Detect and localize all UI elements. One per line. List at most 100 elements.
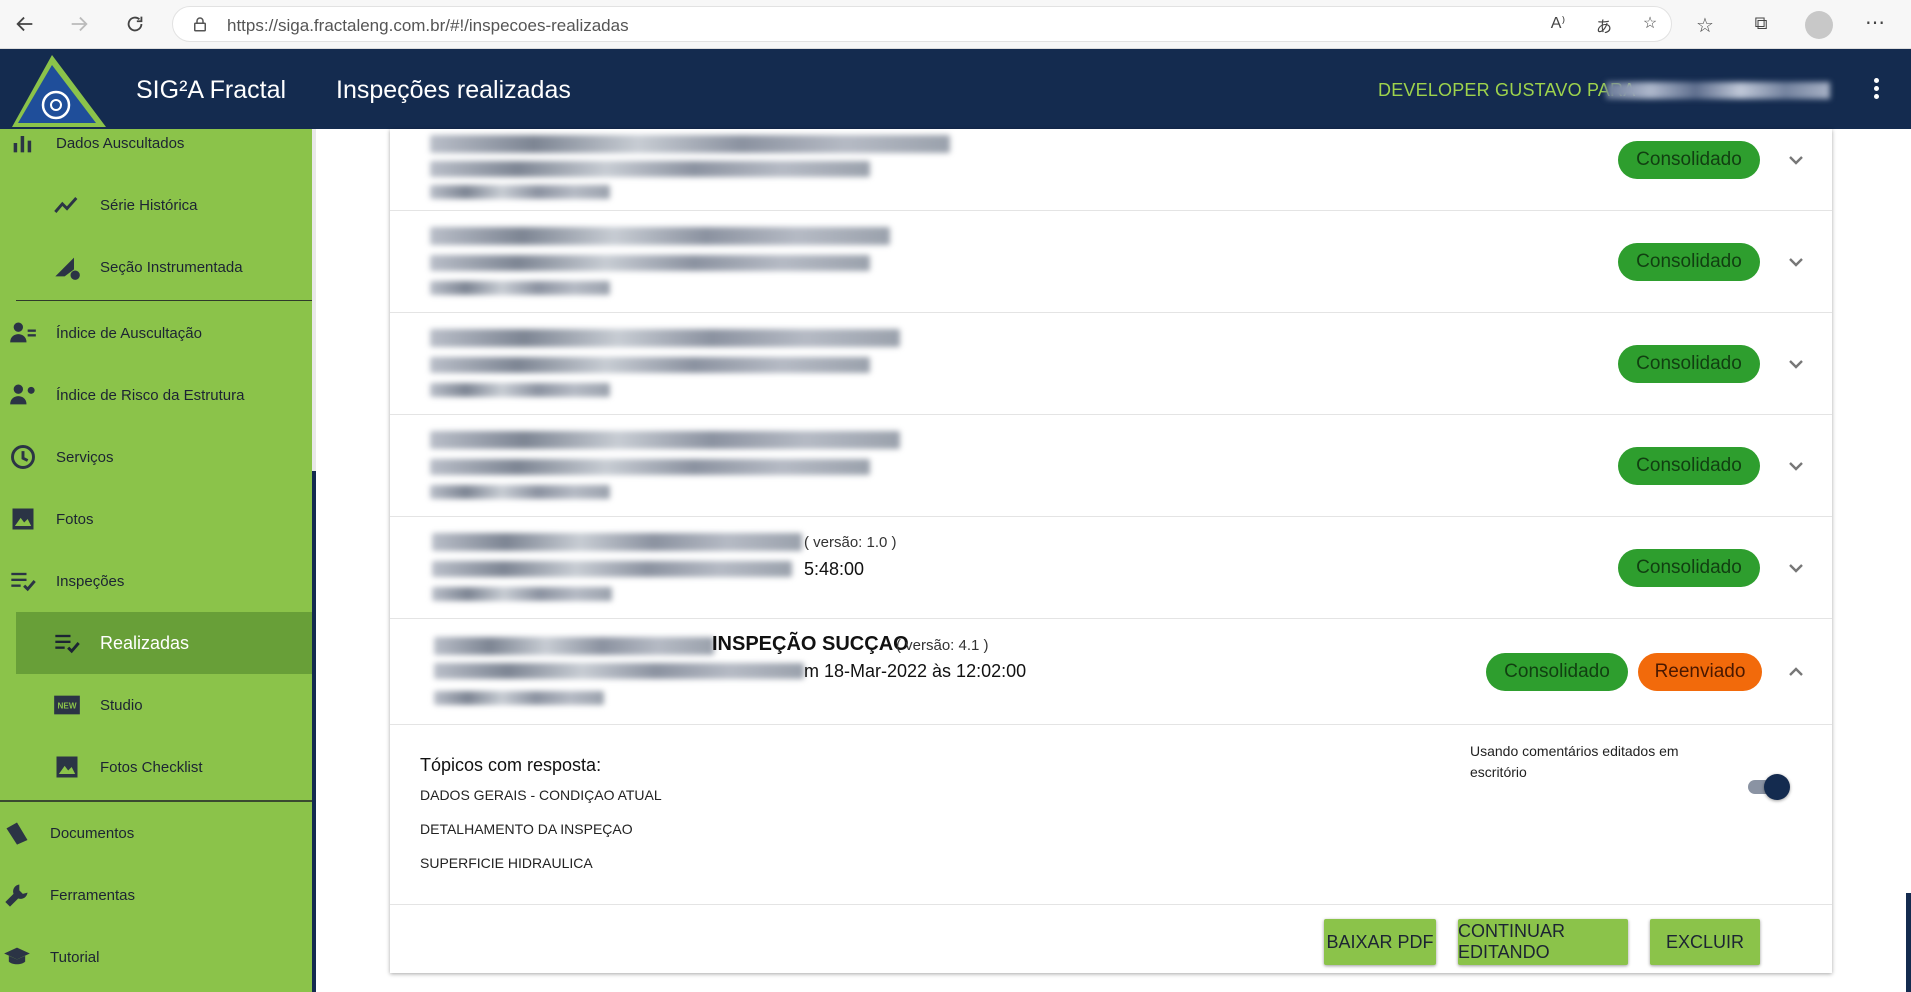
sidebar-item-studio[interactable]: NEW Studio (0, 674, 312, 736)
delete-button[interactable]: EXCLUIR (1650, 919, 1760, 965)
topic-item: DETALHAMENTO DA INSPEÇAO (420, 821, 633, 837)
status-chip-reenviado: Reenviado (1638, 653, 1762, 691)
inspection-date: m 18-Mar-2022 às 12:02:00 (804, 661, 1027, 681)
sidebar-item-label: Série Histórica (100, 196, 198, 214)
sidebar-item-servicos[interactable]: Serviços (0, 426, 312, 488)
sidebar-item-ferramentas[interactable]: Ferramentas (0, 864, 312, 926)
new-badge-icon: NEW (52, 690, 82, 720)
sidebar-item-label: Índice de Auscultação (56, 324, 202, 342)
profile-avatar[interactable] (1805, 11, 1833, 39)
inspection-row[interactable]: Consolidado (390, 109, 1832, 211)
sidebar-item-indice-risco[interactable]: Índice de Risco da Estrutura (0, 364, 312, 426)
toggle-knob[interactable] (1764, 774, 1790, 800)
reload-button[interactable] (118, 7, 152, 41)
scrollbar-thumb[interactable] (312, 471, 316, 992)
sidebar-item-secao-instrumentada[interactable]: Seção Instrumentada (0, 236, 312, 298)
inspection-version: ( versão: 4.1 ) (896, 637, 989, 654)
inspection-row[interactable]: Consolidado (390, 211, 1832, 313)
sidebar-item-label: Ferramentas (50, 886, 136, 904)
app-name: SIG²A Fractal (136, 76, 287, 104)
favorites-icon[interactable]: ☆ (1690, 13, 1720, 37)
sidebar-item-label: Seção Instrumentada (100, 258, 243, 276)
graduation-cap-icon (2, 942, 32, 972)
chevron-down-icon (1789, 156, 1803, 165)
inspection-row[interactable]: Consolidado (390, 415, 1832, 517)
chevron-down-icon (1789, 462, 1803, 471)
redacted-text (434, 691, 604, 705)
inspection-version: ( versão: 1.0 ) (804, 534, 897, 551)
sidebar-item-fotos-checklist[interactable]: Fotos Checklist (0, 736, 312, 798)
sidebar-item-serie-historica[interactable]: Série Histórica (0, 174, 312, 236)
download-pdf-button[interactable]: BAIXAR PDF (1324, 919, 1436, 965)
favorite-add-icon[interactable]: ☆ (1635, 13, 1665, 35)
status-chip-consolidado: Consolidado (1618, 345, 1760, 383)
status-chip-consolidado: Consolidado (1618, 549, 1760, 587)
redacted-text (430, 383, 610, 397)
status-chip-consolidado: Consolidado (1618, 243, 1760, 281)
topic-item: DADOS GERAIS - CONDIÇAO ATUAL (420, 787, 662, 803)
sidebar-item-label: Tutorial (50, 948, 100, 966)
sidebar-item-tutorial[interactable]: Tutorial (0, 926, 312, 988)
inspection-actions: BAIXAR PDF CONTINUAR EDITANDO EXCLUIR (390, 905, 1832, 973)
expand-button[interactable] (1784, 148, 1808, 172)
redacted-text (430, 227, 890, 245)
dot (1873, 94, 1879, 99)
main-content: Consolidado Consolidado Consolidado Cons… (390, 129, 1832, 973)
collapse-button[interactable] (1784, 660, 1808, 684)
expand-button[interactable] (1784, 454, 1808, 478)
status-chip-consolidado: Consolidado (1618, 447, 1760, 485)
sidebar-item-fotos[interactable]: Fotos (0, 488, 312, 550)
topic-item: SUPERFICIE HIDRAULICA (420, 855, 593, 871)
expand-button[interactable] (1784, 352, 1808, 376)
translate-icon[interactable]: あ (1589, 13, 1619, 36)
sidebar-item-label: Documentos (50, 824, 135, 842)
chevron-up-icon (1789, 667, 1803, 676)
address-bar[interactable]: https://siga.fractaleng.com.br/#!/inspec… (172, 6, 1672, 42)
expand-button[interactable] (1784, 250, 1808, 274)
back-button[interactable] (8, 7, 42, 41)
ruler-gear-icon (52, 252, 82, 282)
sidebar-item-realizadas[interactable]: Realizadas (16, 612, 312, 674)
url-text[interactable]: https://siga.fractaleng.com.br/#!/inspec… (227, 16, 629, 36)
inspection-row-expanded[interactable]: INSPEÇÃO SUCÇAO ( versão: 4.1 ) m 18-Mar… (390, 619, 1832, 725)
redacted-text (430, 185, 610, 199)
sidebar-item-documentos[interactable]: Documentos (0, 802, 312, 864)
redacted-text (432, 587, 612, 601)
wrench-icon (2, 880, 32, 910)
sidebar-item-dados-auscultados[interactable]: Dados Auscultados (0, 112, 312, 174)
dot (1873, 86, 1879, 91)
browser-toolbar: https://siga.fractaleng.com.br/#!/inspec… (0, 0, 1911, 49)
page-scrollbar-thumb[interactable] (1906, 893, 1911, 992)
redacted-text (430, 431, 900, 449)
inspection-row[interactable]: ( versão: 1.0 ) 5:48:00 Consolidado (390, 517, 1832, 619)
trend-line-icon (52, 190, 82, 220)
sidebar-item-label: Fotos (56, 510, 94, 528)
expand-button[interactable] (1784, 556, 1808, 580)
sidebar-item-inspecoes[interactable]: Inspeções (0, 550, 312, 612)
redacted-text (430, 281, 610, 295)
chevron-down-icon (1789, 258, 1803, 267)
inspections-card: Consolidado Consolidado Consolidado Cons… (390, 129, 1832, 973)
more-menu-button[interactable] (1866, 76, 1886, 102)
chevron-down-icon (1789, 564, 1803, 573)
inspection-row[interactable]: Consolidado (390, 313, 1832, 415)
clock-icon (8, 442, 38, 472)
read-aloud-icon[interactable]: A⁾ (1543, 13, 1573, 35)
collections-icon[interactable]: ⧉ (1746, 13, 1776, 35)
forward-button[interactable] (62, 7, 96, 41)
sidebar-scrollbar[interactable] (312, 129, 316, 992)
sidebar-item-label: Fotos Checklist (100, 758, 203, 776)
continue-editing-button[interactable]: CONTINUAR EDITANDO (1458, 919, 1628, 965)
image-icon (8, 504, 38, 534)
sidebar-item-label: Studio (100, 696, 143, 714)
browser-menu-icon[interactable]: ⋯ (1860, 10, 1890, 34)
sidebar-item-indice-auscultacao[interactable]: Índice de Auscultação (0, 302, 312, 364)
person-list-icon (8, 318, 38, 348)
app-root: https://siga.fractaleng.com.br/#!/inspec… (0, 0, 1911, 992)
checklist-icon (8, 566, 38, 596)
inspection-title: INSPEÇÃO SUCÇAO (712, 633, 909, 655)
documents-icon (2, 818, 32, 848)
redacted-text (430, 135, 950, 153)
back-arrow-icon (16, 16, 33, 32)
sidebar-item-label: Dados Auscultados (56, 134, 185, 152)
